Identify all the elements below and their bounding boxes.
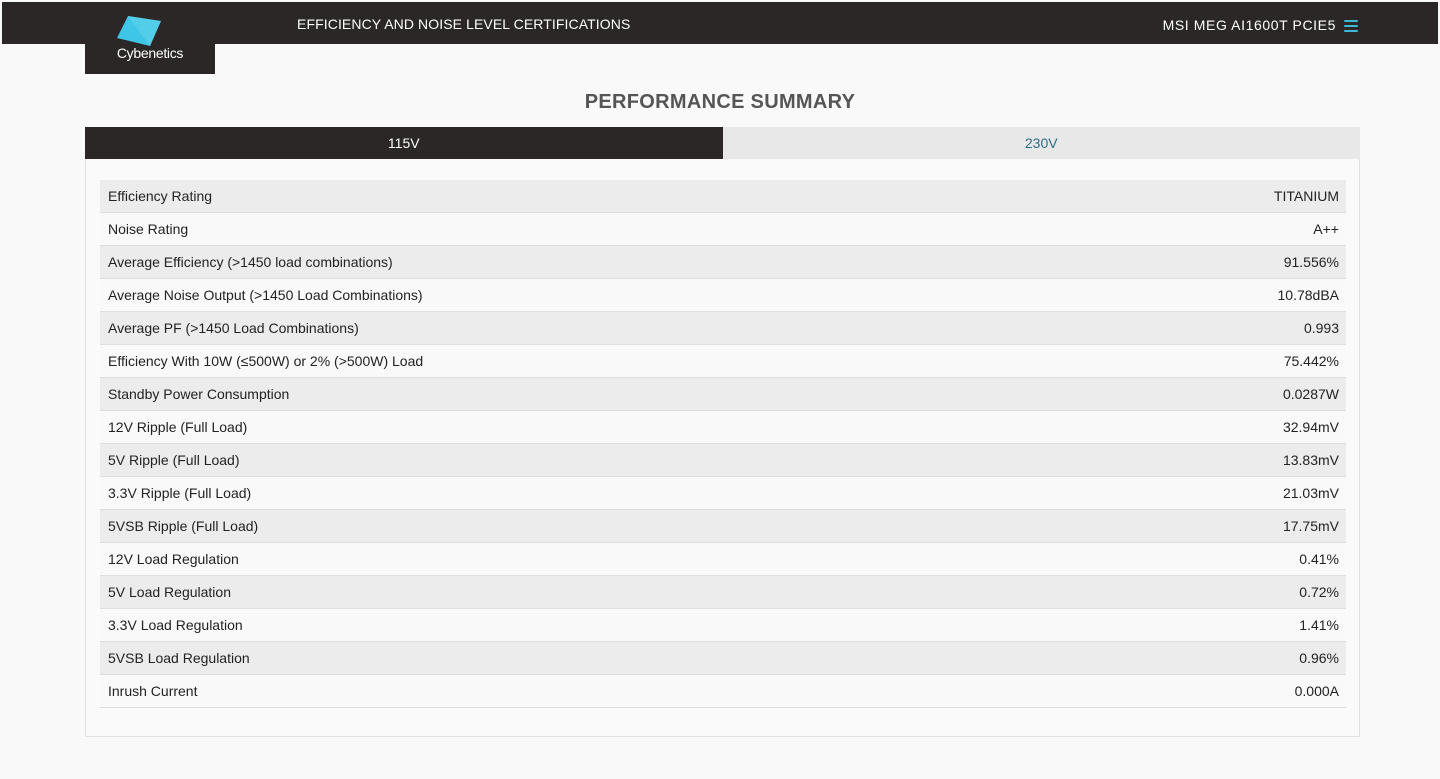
row-label: Efficiency Rating bbox=[108, 188, 213, 204]
table-row: Noise Rating A++ bbox=[100, 213, 1346, 246]
row-label: 12V Ripple (Full Load) bbox=[108, 419, 248, 435]
table-row: 5V Load Regulation 0.72% bbox=[100, 576, 1346, 609]
row-value: 0.000A bbox=[1294, 683, 1339, 699]
table-row: Inrush Current 0.000A bbox=[100, 675, 1346, 708]
row-label: Average PF (>1450 Load Combinations) bbox=[108, 320, 359, 336]
product-name: MSI MEG AI1600T PCIE5 bbox=[1162, 17, 1336, 33]
performance-table: Efficiency Rating TITANIUM Noise Rating A+… bbox=[100, 180, 1346, 708]
table-row: 5V Ripple (Full Load) 13.83mV bbox=[100, 444, 1346, 477]
row-value: 13.83mV bbox=[1282, 452, 1339, 468]
hamburger-menu-icon[interactable] bbox=[1344, 20, 1358, 32]
row-label: Inrush Current bbox=[108, 683, 198, 699]
row-label: 5VSB Ripple (Full Load) bbox=[108, 518, 259, 534]
row-value: 0.993 bbox=[1303, 320, 1339, 336]
logo-diamond-icon bbox=[117, 16, 161, 46]
row-value: 10.78dBA bbox=[1277, 287, 1340, 303]
row-label: Average Noise Output (>1450 Load Combina… bbox=[108, 287, 423, 303]
row-label: 12V Load Regulation bbox=[108, 551, 239, 567]
table-row: 12V Ripple (Full Load) 32.94mV bbox=[100, 411, 1346, 444]
row-value: 17.75mV bbox=[1282, 518, 1339, 534]
row-label: 3.3V Ripple (Full Load) bbox=[108, 485, 252, 501]
row-label: Noise Rating bbox=[108, 221, 189, 237]
row-value: 21.03mV bbox=[1282, 485, 1339, 501]
row-label: Efficiency With 10W (≤500W) or 2% (>500W… bbox=[108, 353, 424, 369]
table-row: Efficiency With 10W (≤500W) or 2% (>500W… bbox=[100, 345, 1346, 378]
row-value: 75.442% bbox=[1283, 353, 1339, 369]
table-row: 3.3V Ripple (Full Load) 21.03mV bbox=[100, 477, 1346, 510]
row-value: 0.72% bbox=[1299, 584, 1339, 600]
row-value: A++ bbox=[1313, 221, 1339, 237]
page-header-title: EFFICIENCY AND NOISE LEVEL CERTIFICATION… bbox=[297, 16, 631, 32]
row-label: 3.3V Load Regulation bbox=[108, 617, 243, 633]
tab-115v[interactable]: 115V bbox=[85, 127, 723, 159]
table-row: 3.3V Load Regulation 1.41% bbox=[100, 609, 1346, 642]
row-value: 1.41% bbox=[1299, 617, 1339, 633]
table-row: 12V Load Regulation 0.41% bbox=[100, 543, 1346, 576]
row-value: 32.94mV bbox=[1282, 419, 1339, 435]
row-label: Standby Power Consumption bbox=[108, 386, 290, 402]
performance-summary-title: PERFORMANCE SUMMARY bbox=[584, 91, 856, 113]
row-label: 5V Load Regulation bbox=[108, 584, 231, 600]
voltage-tabs: 115V 230V bbox=[85, 127, 1360, 159]
table-row: Standby Power Consumption 0.0287W bbox=[100, 378, 1346, 411]
row-label: Average Efficiency (>1450 load combinati… bbox=[108, 254, 393, 270]
top-bar: EFFICIENCY AND NOISE LEVEL CERTIFICATION… bbox=[2, 2, 1438, 44]
logo-text: Cybenetics bbox=[116, 45, 184, 61]
table-row: Efficiency Rating TITANIUM bbox=[100, 180, 1346, 213]
table-row: 5VSB Load Regulation 0.96% bbox=[100, 642, 1346, 675]
tab-230v[interactable]: 230V bbox=[722, 127, 1360, 159]
table-row: 5VSB Ripple (Full Load) 17.75mV bbox=[100, 510, 1346, 543]
row-value: 0.0287W bbox=[1282, 386, 1339, 402]
row-value: TITANIUM bbox=[1273, 188, 1339, 204]
row-value: 0.96% bbox=[1299, 650, 1339, 666]
table-row: Average Efficiency (>1450 load combinati… bbox=[100, 246, 1346, 279]
row-value: 91.556% bbox=[1283, 254, 1339, 270]
summary-panel: Efficiency Rating TITANIUM Noise Rating A+… bbox=[85, 159, 1360, 737]
row-label: 5VSB Load Regulation bbox=[108, 650, 250, 666]
table-row: Average PF (>1450 Load Combinations) 0.99… bbox=[100, 312, 1346, 345]
row-value: 0.41% bbox=[1299, 551, 1339, 567]
table-row: Average Noise Output (>1450 Load Combina… bbox=[100, 279, 1346, 312]
cybenetics-logo[interactable]: Cybenetics bbox=[85, 2, 215, 74]
row-label: 5V Ripple (Full Load) bbox=[108, 452, 240, 468]
